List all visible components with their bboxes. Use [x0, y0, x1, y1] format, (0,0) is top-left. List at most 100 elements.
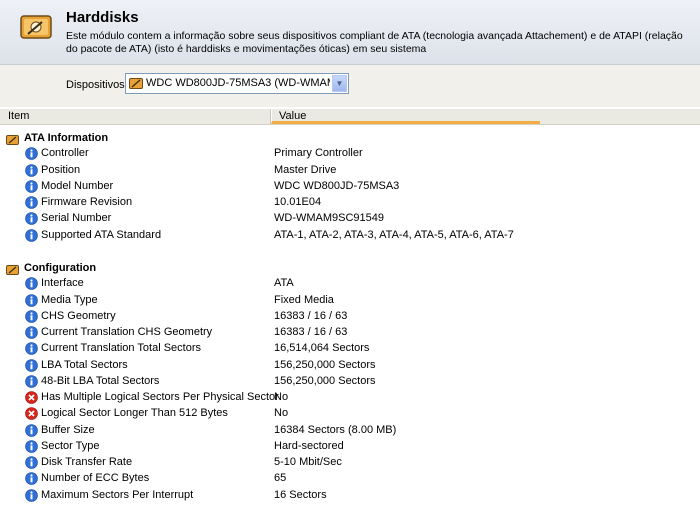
list-item[interactable]: Media Type Fixed Media	[0, 293, 700, 309]
list-item[interactable]: Number of ECC Bytes 65	[0, 471, 700, 487]
item-label: Disk Transfer Rate	[41, 456, 133, 468]
info-icon	[25, 358, 38, 372]
item-label: Firmware Revision	[41, 196, 133, 208]
list-item[interactable]: Buffer Size 16384 Sectors (8.00 MB)	[0, 423, 700, 439]
column-header-value[interactable]: Value	[271, 109, 540, 124]
list-item[interactable]: Has Multiple Logical Sectors Per Physica…	[0, 390, 700, 406]
info-icon	[25, 196, 38, 209]
item-label: 48-Bit LBA Total Sectors	[41, 374, 160, 387]
item-label: Interface	[41, 277, 84, 290]
item-label: Number of ECC Bytes	[41, 472, 150, 485]
item-value: 16 Sectors	[274, 488, 327, 501]
item-value: Primary Controller	[274, 147, 363, 160]
item-label: CHS Geometry	[41, 309, 116, 322]
list-item[interactable]: Current Translation CHS Geometry 16383 / …	[0, 325, 700, 341]
item-value: 5-10 Mbit/Sec	[274, 456, 342, 468]
info-icon	[25, 163, 38, 177]
item-label: Maximum Sectors Per Interrupt	[41, 488, 194, 501]
chevron-down-icon[interactable]: ▼	[332, 75, 347, 92]
item-value: 16383 / 16 / 63	[274, 326, 348, 338]
info-icon	[25, 293, 38, 307]
list-item[interactable]: CHS Geometry 16383 / 16 / 63	[0, 309, 700, 325]
info-icon	[25, 212, 38, 226]
item-value: 65	[274, 472, 287, 485]
item-value: 16,514,064 Sectors	[274, 342, 370, 355]
list-item[interactable]: Serial Number WD-WMAM9SC91549	[0, 211, 700, 227]
devices-label: Dispositivos	[66, 79, 125, 91]
column-header-value-label: Value	[279, 110, 307, 122]
list-item[interactable]: Current Translation Total Sectors 16,514,…	[0, 341, 700, 357]
info-icon	[25, 277, 38, 291]
list-item[interactable]: Sector Type Hard-sectored	[0, 439, 700, 455]
item-value: WD-WMAM9SC91549	[274, 212, 385, 225]
item-value: ATA-1, ATA-2, ATA-3, ATA-4, ATA-5, ATA-6…	[274, 228, 514, 241]
device-bar: Dispositivos WDC WD800JD-75MSA3 (WD-WMAM…	[0, 65, 700, 107]
item-value: ATA	[274, 277, 294, 290]
list-item[interactable]: Maximum Sectors Per Interrupt 16 Sectors	[0, 488, 700, 504]
item-label: LBA Total Sectors	[41, 358, 128, 371]
info-icon	[25, 472, 38, 486]
item-value: No	[274, 407, 289, 420]
section-title: Configuration	[24, 262, 97, 274]
harddisk-icon	[6, 135, 19, 145]
item-label: Sector Type	[41, 439, 100, 452]
column-header-item[interactable]: Item	[8, 110, 29, 122]
info-icon	[25, 179, 38, 193]
device-select[interactable]: WDC WD800JD-75MSA3 (WD-WMAM9SC91549) ▼	[125, 73, 349, 94]
item-label: Current Translation CHS Geometry	[41, 326, 213, 338]
item-label: Has Multiple Logical Sectors Per Physica…	[41, 391, 279, 403]
list-item[interactable]: Interface ATA	[0, 276, 700, 292]
list-header: Item Value	[0, 109, 700, 125]
item-label: Position	[41, 163, 81, 176]
list-item[interactable]: Logical Sector Longer Than 512 Bytes No	[0, 406, 700, 422]
item-value: WDC WD800JD-75MSA3	[274, 179, 400, 192]
info-icon	[25, 309, 38, 323]
error-icon	[25, 407, 38, 421]
harddisk-icon	[20, 15, 52, 39]
item-value: 10.01E04	[274, 196, 322, 208]
item-value: 156,250,000 Sectors	[274, 374, 376, 387]
item-label: Media Type	[41, 293, 98, 306]
list-item[interactable]: 48-Bit LBA Total Sectors 156,250,000 Sect…	[0, 374, 700, 390]
item-label: Model Number	[41, 179, 114, 192]
item-value: Fixed Media	[274, 293, 334, 306]
harddisk-icon	[6, 265, 19, 275]
item-label: Controller	[41, 147, 89, 160]
item-label: Current Translation Total Sectors	[41, 342, 201, 355]
error-icon	[25, 391, 38, 404]
list-item[interactable]: Disk Transfer Rate 5-10 Mbit/Sec	[0, 455, 700, 471]
list-item[interactable]: Controller Primary Controller	[0, 146, 700, 162]
list-item[interactable]: Firmware Revision 10.01E04	[0, 195, 700, 211]
info-icon	[25, 423, 38, 437]
list-item[interactable]: Model Number WDC WD800JD-75MSA3	[0, 179, 700, 195]
section-title: ATA Information	[24, 132, 109, 144]
harddisk-icon	[129, 78, 143, 89]
list-item[interactable]: LBA Total Sectors 156,250,000 Sectors	[0, 358, 700, 374]
item-label: Serial Number	[41, 212, 112, 225]
info-icon	[25, 228, 38, 242]
list-item[interactable]: Position Master Drive	[0, 163, 700, 179]
item-value: 156,250,000 Sectors	[274, 358, 376, 371]
item-label: Supported ATA Standard	[41, 228, 162, 241]
item-value: No	[274, 391, 289, 403]
item-value: 16383 / 16 / 63	[274, 309, 348, 322]
page-title: Harddisks	[66, 9, 139, 26]
list-item[interactable]: Supported ATA Standard ATA-1, ATA-2, ATA-…	[0, 228, 700, 244]
details-list: ATA Information Controller Primary Control…	[0, 130, 700, 504]
info-icon	[25, 488, 38, 502]
info-icon	[25, 342, 38, 356]
info-icon	[25, 439, 38, 453]
item-value: Hard-sectored	[274, 439, 344, 452]
device-select-value: WDC WD800JD-75MSA3 (WD-WMAM9SC91549)	[146, 77, 330, 89]
item-value: Master Drive	[274, 163, 337, 176]
item-label: Buffer Size	[41, 423, 95, 436]
info-icon	[25, 147, 38, 161]
item-value: 16384 Sectors (8.00 MB)	[274, 423, 397, 436]
info-icon	[25, 456, 38, 469]
module-header: Harddisks Este módulo contem a informaçã…	[0, 0, 700, 65]
section-header: ATA Information	[0, 130, 700, 146]
info-icon	[25, 374, 38, 388]
item-label: Logical Sector Longer Than 512 Bytes	[41, 407, 228, 420]
section-header: Configuration	[0, 260, 700, 276]
